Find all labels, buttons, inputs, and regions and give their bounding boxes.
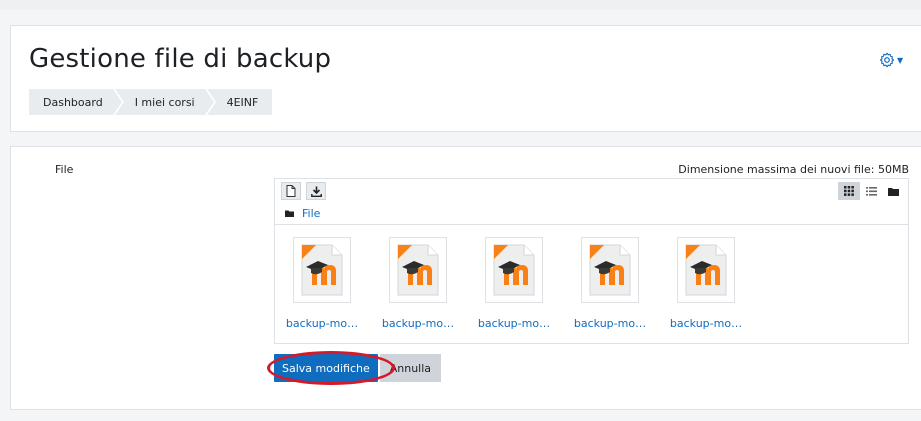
list-view-button[interactable] (860, 182, 882, 200)
grid-view-button[interactable] (838, 182, 860, 200)
file-item[interactable]: backup-mo… (659, 237, 753, 330)
file-thumbnail[interactable] (581, 237, 639, 303)
file-name[interactable]: backup-mo… (563, 317, 657, 330)
download-icon (310, 186, 322, 197)
form-actions: Salva modifiche Annulla (274, 354, 442, 382)
file-name[interactable]: backup-mo… (467, 317, 561, 330)
file-name[interactable]: backup-mo… (371, 317, 465, 330)
gear-icon (879, 52, 895, 68)
add-file-button[interactable] (281, 182, 301, 200)
grid-view-icon (844, 186, 854, 196)
tree-view-button[interactable] (882, 182, 904, 200)
file-thumbnail[interactable] (485, 237, 543, 303)
file-item[interactable]: backup-mo… (371, 237, 465, 330)
file-item[interactable]: backup-mo… (275, 237, 369, 330)
folder-icon (285, 210, 294, 217)
view-switcher (838, 182, 904, 200)
file-field-label: File (55, 163, 74, 176)
moodle-backup-icon (301, 244, 343, 296)
moodle-backup-icon (685, 244, 727, 296)
file-thumbnail[interactable] (389, 237, 447, 303)
download-all-button[interactable] (306, 182, 326, 200)
file-name[interactable]: backup-mo… (275, 317, 369, 330)
folder-view-icon (887, 187, 899, 196)
page-header: Gestione file di backup ▼ Dashboard I mi… (10, 25, 921, 132)
file-list: backup-mo… backup-mo… backup-mo… backup-… (275, 225, 908, 343)
top-strip (0, 0, 921, 10)
breadcrumb-item-my-courses[interactable]: I miei corsi (114, 89, 216, 115)
cancel-button[interactable]: Annulla (379, 354, 442, 382)
list-view-icon (865, 186, 877, 196)
caret-down-icon: ▼ (897, 55, 904, 65)
file-item[interactable]: backup-mo… (467, 237, 561, 330)
moodle-backup-icon (397, 244, 439, 296)
backup-files-form: File Dimensione massima dei nuovi file: … (10, 146, 921, 410)
file-manager-path: File (275, 203, 908, 225)
file-manager: File backup-mo… backup-mo… backup-mo… ba… (274, 178, 909, 344)
page-title: Gestione file di backup (29, 44, 332, 74)
breadcrumb: Dashboard I miei corsi 4EINF (29, 89, 274, 115)
file-thumbnail[interactable] (293, 237, 351, 303)
file-add-icon (286, 185, 296, 197)
file-manager-toolbar (275, 179, 908, 203)
path-link-root[interactable]: File (302, 207, 320, 220)
max-file-size-text: Dimensione massima dei nuovi file: 50MB (678, 163, 909, 176)
moodle-backup-icon (589, 244, 631, 296)
breadcrumb-item-dashboard[interactable]: Dashboard (29, 89, 124, 115)
file-thumbnail[interactable] (677, 237, 735, 303)
moodle-backup-icon (493, 244, 535, 296)
save-changes-button[interactable]: Salva modifiche (274, 354, 378, 382)
breadcrumb-item-course[interactable]: 4EINF (206, 89, 273, 115)
file-item[interactable]: backup-mo… (563, 237, 657, 330)
file-name[interactable]: backup-mo… (659, 317, 753, 330)
settings-menu-button[interactable]: ▼ (879, 48, 915, 72)
